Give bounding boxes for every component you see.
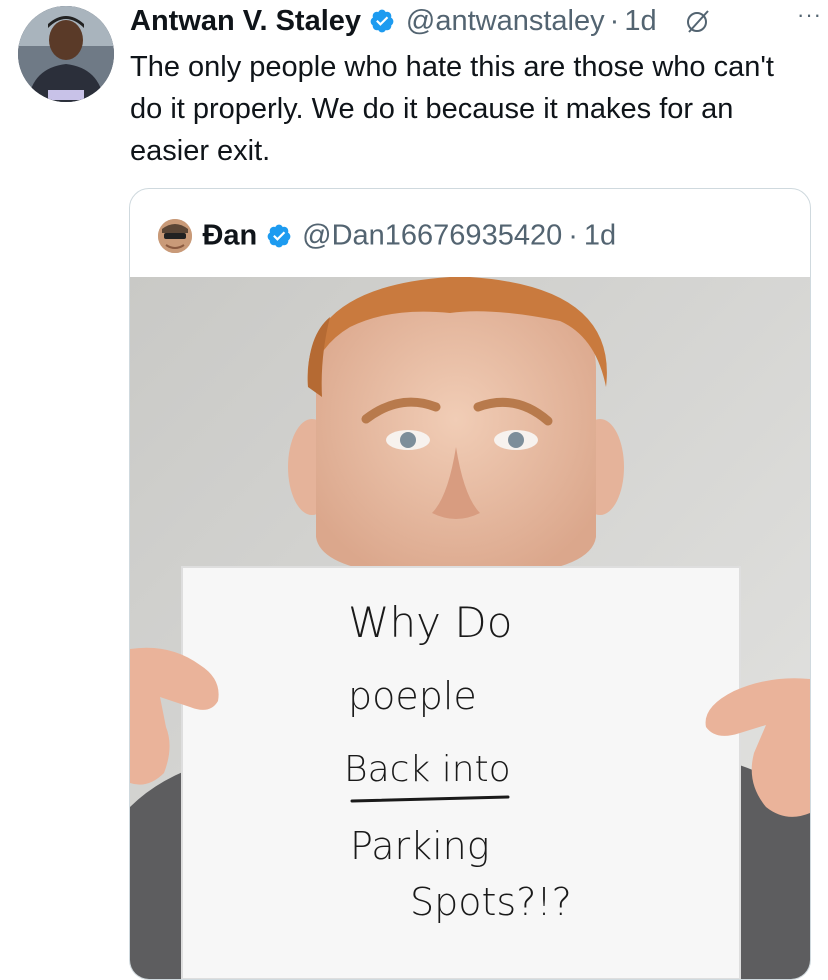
separator-dot: ·	[609, 5, 620, 37]
quoted-tweet[interactable]: Đan @Dan16676935420 · 1d Why Do poeple B…	[129, 188, 811, 980]
sign-line-5: Spots?!?	[410, 880, 572, 924]
quoted-author-avatar[interactable]	[158, 219, 192, 253]
quoted-tweet-header: Đan @Dan16676935420 · 1d	[158, 219, 616, 253]
sign-line-3: Back into	[344, 749, 511, 790]
tweet-text: The only people who hate this are those …	[130, 51, 774, 167]
separator-dot: ·	[568, 219, 578, 252]
tweet-timestamp[interactable]: 1d	[624, 5, 656, 37]
quoted-tweet-timestamp[interactable]: 1d	[584, 220, 616, 252]
verified-badge-icon	[369, 8, 395, 34]
quoted-tweet-image[interactable]: Why Do poeple Back into Parking Spots?!?	[130, 277, 810, 979]
author-name[interactable]: Antwan V. Staley	[130, 5, 361, 37]
author-avatar[interactable]	[18, 6, 114, 102]
sign-line-1: Why Do	[348, 598, 512, 647]
author-avatar-image	[18, 6, 114, 102]
quoted-author-name[interactable]: Đan	[202, 220, 257, 252]
sign-line-2: poeple	[348, 674, 477, 718]
grok-icon[interactable]	[685, 8, 711, 34]
verified-badge-icon	[266, 223, 292, 249]
more-icon[interactable]: ···	[797, 2, 822, 28]
sign-line-4: Parking	[350, 824, 490, 868]
author-handle[interactable]: @antwanstaley	[406, 5, 605, 37]
quoted-author-handle[interactable]: @Dan16676935420	[302, 220, 562, 252]
tweet-header: Antwan V. Staley @antwanstaley · 1d	[130, 4, 818, 38]
